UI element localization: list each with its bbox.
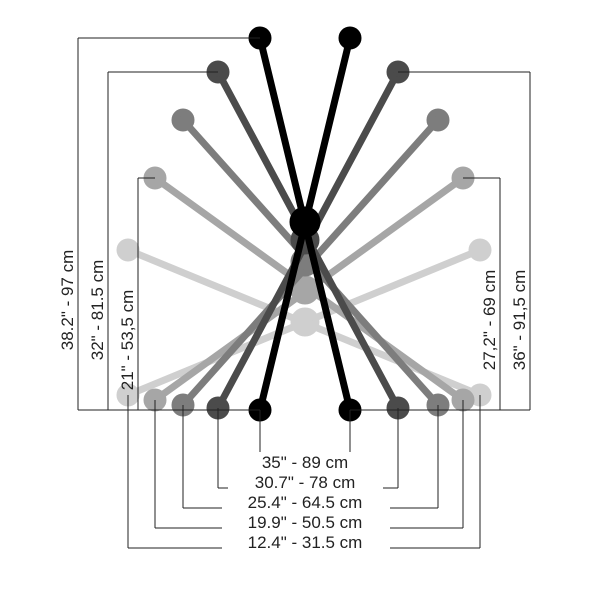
dimension-diagram: 38.2" - 97 cm 32" - 81.5 cm 21" - 53,5 c… xyxy=(0,0,600,600)
dim-width-1: 35" - 89 cm xyxy=(262,453,348,472)
dim-width-3: 25.4" - 64.5 cm xyxy=(248,493,363,512)
dim-width-4: 19.9" - 50.5 cm xyxy=(248,513,363,532)
dim-top-1: 38.2" - 97 cm xyxy=(58,250,77,351)
dim-width-5: 12.4" - 31.5 cm xyxy=(248,533,363,552)
dim-top-2: 32" - 81.5 cm xyxy=(88,260,107,361)
dim-br-1: 27,2" - 69 cm xyxy=(480,270,499,371)
dim-br-2: 36" - 91,5 cm xyxy=(510,270,529,371)
dim-top-3: 21" - 53,5 cm xyxy=(118,290,137,391)
dim-width-2: 30.7" - 78 cm xyxy=(255,473,356,492)
